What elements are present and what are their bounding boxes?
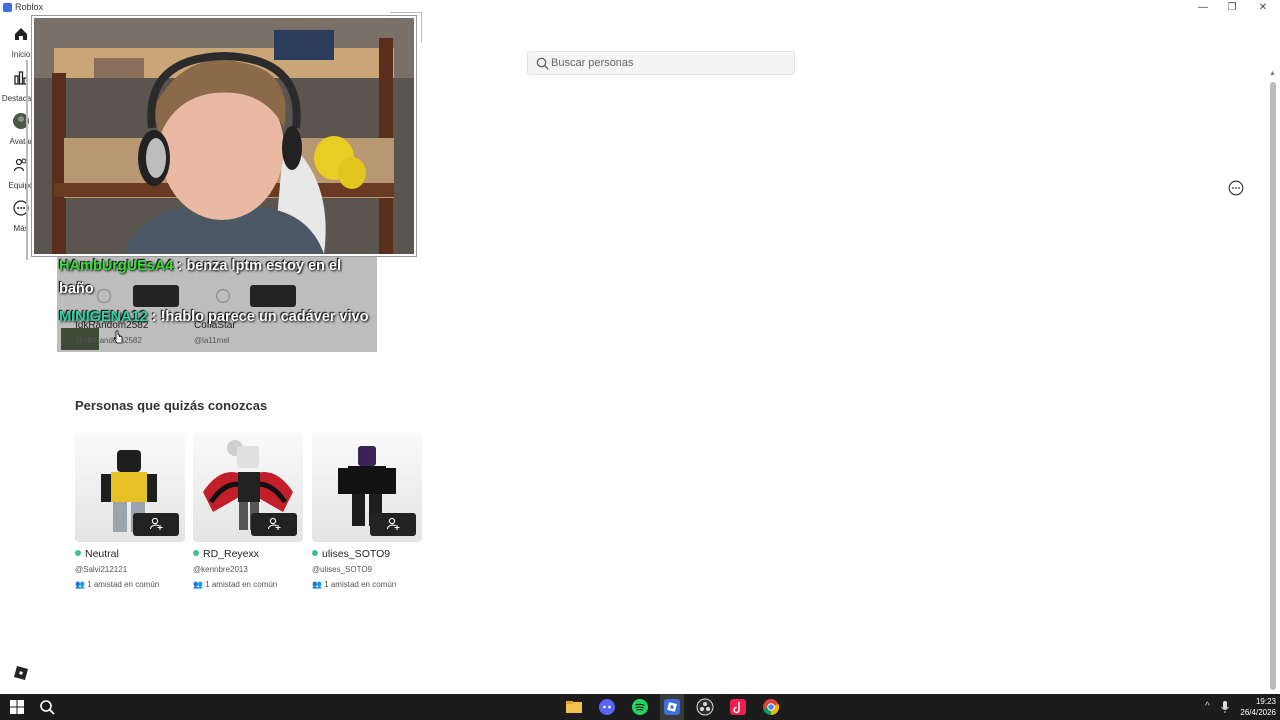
chat-message-continuation: baño [59, 281, 94, 297]
person-card[interactable] [312, 432, 422, 542]
chrome-icon[interactable] [762, 698, 780, 716]
mutual-friends: 👥 1 amistad en común [193, 580, 277, 589]
suggestions-title: Personas que quizás conozcas [75, 398, 268, 413]
person-card[interactable] [75, 432, 185, 542]
person-name-text: Neutral [85, 548, 119, 560]
scroll-up-arrow[interactable]: ▲ [1269, 70, 1276, 77]
taskbar: ^ 19:23 26/4/2026 [0, 694, 1280, 720]
overlay-frame-line [26, 60, 28, 260]
person-handle: @kennbre2013 [193, 565, 248, 574]
search-icon[interactable] [38, 698, 56, 716]
spotify-icon[interactable] [631, 698, 649, 716]
chat-message: MINIGENA12 : !hablo parece un cadáver vi… [59, 308, 368, 326]
mutual-friends-icon: 👥 [193, 580, 206, 589]
webcam-overlay [31, 15, 417, 257]
chat-username: HAmbUrgUEsA4 [59, 258, 174, 274]
tray-chevron-icon[interactable]: ^ [1205, 701, 1210, 712]
add-friend-icon [267, 517, 281, 530]
microphone-icon[interactable] [1220, 700, 1230, 714]
window-titlebar: Roblox — ❐ ✕ [0, 0, 1280, 16]
chat-username: MINIGENA12 [59, 309, 148, 325]
dismiss-icon[interactable] [216, 289, 230, 303]
person-name[interactable]: Neutral [75, 548, 119, 560]
person-name-text: ulises_SOTO9 [322, 548, 391, 560]
close-button[interactable]: ✕ [1253, 1, 1273, 14]
obs-icon[interactable] [696, 698, 714, 716]
add-friend-button[interactable] [133, 285, 179, 307]
search-bar [527, 51, 795, 75]
windows-start-icon[interactable] [8, 698, 26, 716]
scrollbar[interactable] [1270, 82, 1276, 690]
add-friend-icon [149, 517, 163, 530]
dismiss-icon[interactable] [97, 289, 111, 303]
search-input[interactable] [551, 55, 786, 71]
tiktok-icon[interactable] [729, 698, 747, 716]
add-friend-button[interactable] [133, 513, 179, 536]
minimize-button[interactable]: — [1193, 1, 1213, 14]
add-friend-button[interactable] [251, 513, 297, 536]
person-name[interactable]: ulises_SOTO9 [312, 548, 390, 560]
mouse-cursor-icon [113, 330, 123, 344]
add-friend-button[interactable] [250, 285, 296, 307]
online-status-dot [312, 550, 318, 556]
mutual-friends-text: 1 amistad en común [87, 580, 160, 589]
window-title: Roblox [15, 2, 44, 12]
mutual-friends-icon: 👥 [312, 580, 325, 589]
chat-text: benza lptm estoy en el [186, 258, 342, 274]
roblox-logo-icon[interactable] [14, 666, 28, 680]
online-status-dot [75, 550, 81, 556]
discord-icon[interactable] [598, 698, 616, 716]
person-card[interactable] [193, 432, 303, 542]
person-name-text: RD_Reyexx [203, 548, 260, 560]
person-name[interactable]: RD_Reyexx [193, 548, 259, 560]
roblox-icon[interactable] [663, 698, 681, 716]
clock-date: 26/4/2026 [1240, 708, 1276, 717]
add-friend-button[interactable] [370, 513, 416, 536]
chat-message: HAmbUrgUEsA4 : benza lptm estoy en el [59, 257, 341, 275]
friend-handle: @la11mel [194, 336, 230, 345]
friend-handle: @IdkRandom2582 [75, 336, 142, 345]
mutual-friends-text: 1 amistad en común [324, 580, 397, 589]
person-handle: @Salvi212121 [75, 565, 128, 574]
mutual-friends: 👥 1 amistad en común [312, 580, 396, 589]
home-icon [15, 28, 27, 40]
webcam-image [34, 18, 414, 254]
roblox-app-icon [3, 3, 12, 12]
person-handle: @ulises_SOTO9 [312, 565, 372, 574]
maximize-button[interactable]: ❐ [1222, 1, 1242, 14]
online-status-dot [193, 550, 199, 556]
overlay-frame-corner [390, 12, 422, 42]
taskbar-clock[interactable]: 19:23 26/4/2026 [1236, 696, 1276, 718]
clock-time: 19:23 [1255, 697, 1276, 706]
add-friend-icon [386, 517, 400, 530]
mutual-friends-icon: 👥 [75, 580, 88, 589]
chat-separator: : [173, 258, 187, 274]
mutual-friends: 👥 1 amistad en común [75, 580, 159, 589]
file-explorer-icon[interactable] [565, 698, 583, 716]
mutual-friends-text: 1 amistad en común [205, 580, 278, 589]
chat-separator: : [147, 309, 161, 325]
search-icon [536, 57, 549, 70]
chat-text: !hablo parece un cadáver vivo [160, 309, 369, 325]
more-options-icon[interactable] [1228, 180, 1244, 196]
